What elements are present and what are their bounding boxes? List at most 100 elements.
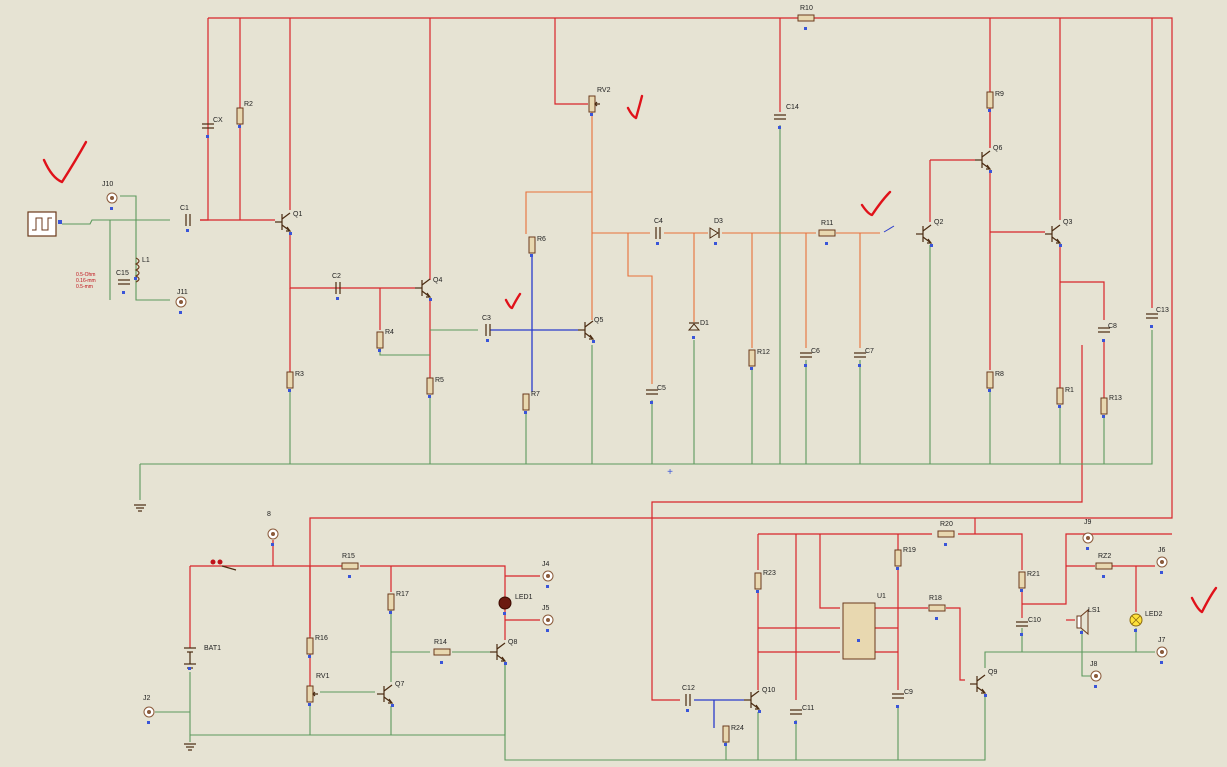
component-ref-label: R24 (731, 725, 744, 732)
component-j8[interactable]: J8 (1090, 661, 1102, 688)
component-c5[interactable]: C5 (645, 385, 666, 404)
pin-marker (896, 705, 899, 708)
component-c14[interactable]: C14 (773, 104, 799, 129)
pin-marker (1134, 629, 1137, 632)
npn-symbol (414, 278, 431, 298)
component-c3[interactable]: C3 (482, 315, 491, 342)
component-ref-label: R16 (315, 635, 328, 642)
component-c11[interactable]: C11 (789, 705, 814, 724)
pin-marker (1102, 575, 1105, 578)
component-c6[interactable]: C6 (799, 348, 820, 367)
component-ref-label: J11 (177, 289, 188, 296)
res-symbol (376, 331, 384, 349)
res-symbol (433, 648, 451, 656)
pin-marker (1059, 244, 1062, 247)
component-j11[interactable]: J11 (175, 289, 188, 314)
component-r15[interactable]: R15 (341, 553, 359, 578)
component-q5[interactable]: Q5 (577, 317, 603, 343)
component-r19[interactable]: R19 (894, 547, 916, 570)
component-ref-label: RZ2 (1098, 553, 1111, 560)
component-c7[interactable]: C7 (853, 348, 874, 367)
component-q10[interactable]: Q10 (743, 687, 775, 713)
component-q4[interactable]: Q4 (414, 277, 442, 301)
res-symbol (522, 393, 530, 411)
component-c10[interactable]: C10 (1015, 617, 1041, 636)
component-ref-label: J10 (102, 181, 113, 188)
pin-symbol (143, 706, 155, 718)
component-j10[interactable]: J10 (102, 181, 118, 210)
component-r3[interactable]: R3 (286, 371, 304, 392)
component-q3[interactable]: Q3 (1044, 219, 1072, 247)
component-c4[interactable]: C4 (654, 218, 663, 245)
component-r7[interactable]: R7 (522, 391, 540, 414)
pin-marker (546, 629, 549, 632)
pin-marker (650, 401, 653, 404)
component-rz2[interactable]: RZ2 (1095, 553, 1113, 578)
component-c15[interactable]: C15 (116, 270, 131, 294)
pin-marker (1102, 415, 1105, 418)
component-r12[interactable]: R12 (748, 349, 770, 370)
pin-marker (988, 109, 991, 112)
component-c2[interactable]: C2 (332, 273, 341, 300)
pin-marker (692, 336, 695, 339)
component-ref-label: C3 (482, 315, 491, 322)
component-c1[interactable]: C1 (180, 205, 191, 232)
component-r14[interactable]: R14 (433, 639, 451, 664)
component-r5[interactable]: R5 (426, 377, 444, 398)
pin-marker (592, 340, 595, 343)
component-q8[interactable]: Q8 (489, 639, 517, 665)
component-bat1[interactable]: BAT1 (188, 645, 221, 670)
cap-symbol (685, 693, 691, 707)
pin-marker (179, 311, 182, 314)
component-r23[interactable]: R23 (754, 570, 776, 593)
component-ref-label: BAT1 (204, 645, 221, 652)
component-r10[interactable]: R10 (797, 5, 815, 30)
component-ref-label: R2 (244, 101, 253, 108)
svg-text:0.5-mm: 0.5-mm (76, 284, 93, 290)
res-symbol (1018, 571, 1026, 589)
pin-marker (524, 411, 527, 414)
led1-icon (498, 596, 512, 610)
npn-symbol (274, 212, 291, 232)
component-r21[interactable]: R21 (1018, 571, 1040, 592)
component-c12[interactable]: C12 (682, 685, 695, 712)
pin-marker (1020, 633, 1023, 636)
pin-symbol (1156, 646, 1168, 658)
component-q9[interactable]: Q9 (969, 669, 997, 697)
component-c8[interactable]: C8 (1097, 323, 1117, 342)
pin-symbol (175, 296, 187, 308)
component-ref-label: LED2 (1145, 611, 1163, 618)
component-q1[interactable]: Q1 (274, 211, 302, 235)
component-rv2[interactable]: RV2 (588, 87, 611, 116)
pin-marker (336, 297, 339, 300)
pin-marker (428, 395, 431, 398)
component-ref-label: J6 (1158, 547, 1166, 554)
pin-marker (1150, 325, 1153, 328)
component-j7[interactable]: J7 (1156, 637, 1168, 664)
pin-marker (1094, 685, 1097, 688)
component-r13[interactable]: R13 (1100, 395, 1122, 418)
component-c9[interactable]: C9 (891, 689, 913, 708)
component-r6[interactable]: R6 (528, 236, 546, 257)
component-r18[interactable]: R18 (928, 595, 946, 620)
component-c13[interactable]: C13 (1145, 307, 1169, 328)
component-j6[interactable]: J6 (1156, 547, 1168, 574)
component-ref-label: R19 (903, 547, 916, 554)
component-j9[interactable]: J9 (1082, 519, 1094, 550)
component-j4[interactable]: J4 (542, 561, 554, 588)
ground-symbol-icon (134, 504, 146, 512)
component-j2[interactable]: J2 (143, 695, 155, 724)
pin-marker (1020, 589, 1023, 592)
component-j5[interactable]: J5 (542, 605, 554, 632)
component-ref-label: R23 (763, 570, 776, 577)
component-ref-label: Q10 (762, 687, 775, 694)
component-ref-label: Q5 (594, 317, 603, 324)
component-q2[interactable]: Q2 (915, 219, 943, 247)
component-r1[interactable]: R1 (1056, 387, 1074, 408)
component-q7[interactable]: Q7 (376, 681, 404, 707)
component-r11[interactable]: R11 (818, 220, 836, 245)
component-cx[interactable]: CX (201, 117, 223, 138)
res-symbol (797, 14, 815, 22)
component-q6[interactable]: Q6 (974, 145, 1002, 173)
component-r20[interactable]: R20 (937, 521, 955, 546)
